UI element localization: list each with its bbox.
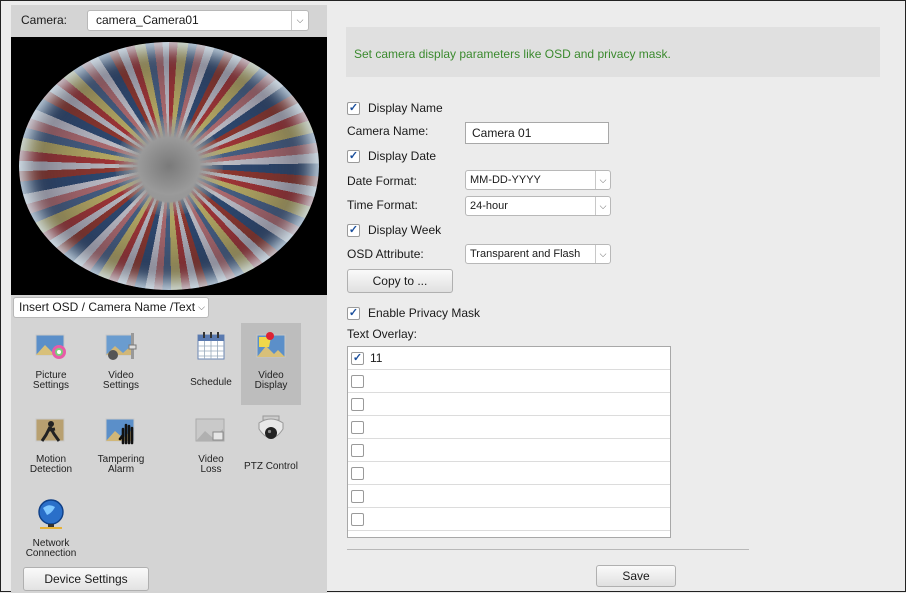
osd-attribute-select[interactable]: Transparent and Flash ⌵: [465, 244, 611, 264]
divider: [347, 549, 749, 550]
overlay-checkbox[interactable]: [351, 374, 364, 388]
tool-network-connection[interactable]: Network Connection: [21, 491, 81, 573]
overlay-row[interactable]: [348, 485, 670, 508]
overlay-row[interactable]: [348, 462, 670, 485]
tool-video-loss[interactable]: Video Loss: [181, 407, 241, 489]
camera-live-preview[interactable]: [11, 37, 327, 295]
tool-tampering-alarm[interactable]: Tampering Alarm: [91, 407, 151, 489]
tool-video-settings[interactable]: Video Settings: [91, 323, 151, 405]
video-settings-icon: [105, 333, 137, 360]
info-banner: Set camera display parameters like OSD a…: [346, 27, 880, 77]
copy-to-button[interactable]: Copy to ...: [347, 269, 453, 293]
date-format-label: Date Format:: [347, 174, 418, 188]
chevron-down-icon: ⌵: [291, 11, 308, 30]
display-week-checkbox-row[interactable]: ✓ Display Week: [347, 223, 441, 238]
tool-label: Motion Detection: [29, 454, 73, 475]
time-format-select[interactable]: 24-hour ⌵: [465, 196, 611, 216]
video-loss-icon: [195, 418, 225, 442]
camera-name-label: Camera Name:: [347, 124, 429, 138]
tool-label: Network Connection: [25, 538, 77, 559]
tampering-hand-icon: [105, 418, 135, 445]
privacy-mask-checkbox-row[interactable]: ✓ Enable Privacy Mask: [347, 306, 480, 321]
left-panel: Camera: camera_Camera01 ⌵ Insert OSD / C…: [11, 5, 327, 593]
display-date-checkbox-row[interactable]: ✓ Display Date: [347, 149, 436, 164]
camera-label: Camera:: [21, 13, 68, 27]
privacy-mask-checkbox[interactable]: ✓: [347, 307, 360, 321]
display-date-checkbox[interactable]: ✓: [347, 150, 360, 164]
calendar-icon: [197, 332, 225, 360]
video-display-icon: [256, 332, 286, 358]
overlay-checkbox[interactable]: [351, 512, 364, 526]
fisheye-video-frame: [19, 42, 319, 290]
tool-label: PTZ Control: [244, 461, 298, 472]
tool-label: Video Settings: [102, 370, 140, 391]
tool-video-display[interactable]: Video Display: [241, 323, 301, 405]
overlay-checkbox[interactable]: [351, 489, 364, 503]
date-format-select[interactable]: MM-DD-YYYY ⌵: [465, 170, 611, 190]
tool-label: Video Loss: [198, 454, 224, 475]
tool-label: Video Display: [254, 370, 288, 391]
chevron-down-icon: ⌵: [595, 245, 610, 263]
overlay-text[interactable]: 11: [370, 351, 382, 365]
overlay-row[interactable]: [348, 370, 670, 393]
display-name-checkbox-row[interactable]: ✓ Display Name: [347, 101, 443, 116]
picture-settings-icon: [35, 334, 66, 359]
chevron-down-icon: ⌵: [595, 171, 610, 189]
overlay-checkbox[interactable]: [351, 443, 364, 457]
tool-picture-settings[interactable]: Picture Settings: [21, 323, 81, 405]
overlay-row[interactable]: [348, 393, 670, 416]
device-settings-button[interactable]: Device Settings: [23, 567, 149, 591]
chevron-down-icon: ⌵: [198, 302, 205, 312]
app-window: Camera: camera_Camera01 ⌵ Insert OSD / C…: [0, 0, 906, 593]
insert-osd-select[interactable]: Insert OSD / Camera Name /Text ⌵: [13, 297, 209, 318]
text-overlay-list: ✓ 11: [347, 346, 671, 538]
overlay-row[interactable]: [348, 416, 670, 439]
camera-select[interactable]: camera_Camera01 ⌵: [87, 10, 309, 31]
overlay-checkbox[interactable]: [351, 466, 364, 480]
camera-select-value: camera_Camera01: [96, 13, 199, 27]
overlay-row[interactable]: [348, 508, 670, 531]
overlay-checkbox[interactable]: [351, 397, 364, 411]
motion-detection-icon: [35, 418, 65, 442]
tool-ptz-control[interactable]: PTZ Control: [241, 407, 301, 489]
tool-label: Picture Settings: [32, 370, 70, 391]
tool-label: Tampering Alarm: [97, 454, 145, 475]
globe-network-icon: [38, 499, 64, 529]
insert-osd-select-value: Insert OSD / Camera Name /Text: [19, 300, 196, 314]
camera-bar: Camera: camera_Camera01 ⌵: [11, 5, 327, 35]
overlay-checkbox[interactable]: [351, 420, 364, 434]
osd-attribute-label: OSD Attribute:: [347, 247, 424, 261]
overlay-row[interactable]: ✓ 11: [348, 347, 670, 370]
save-button[interactable]: Save: [596, 565, 676, 587]
display-name-checkbox[interactable]: ✓: [347, 102, 360, 116]
ptz-dome-camera-icon: [258, 415, 284, 439]
tool-motion-detection[interactable]: Motion Detection: [21, 407, 81, 489]
text-overlay-label: Text Overlay:: [347, 327, 418, 341]
chevron-down-icon: ⌵: [595, 197, 610, 215]
tool-label: Schedule: [190, 377, 232, 388]
overlay-checkbox[interactable]: ✓: [351, 351, 364, 365]
display-week-checkbox[interactable]: ✓: [347, 224, 360, 238]
time-format-label: Time Format:: [347, 198, 418, 212]
overlay-row[interactable]: [348, 439, 670, 462]
camera-name-input[interactable]: Camera 01: [465, 122, 609, 144]
tool-schedule[interactable]: Schedule: [181, 323, 241, 405]
